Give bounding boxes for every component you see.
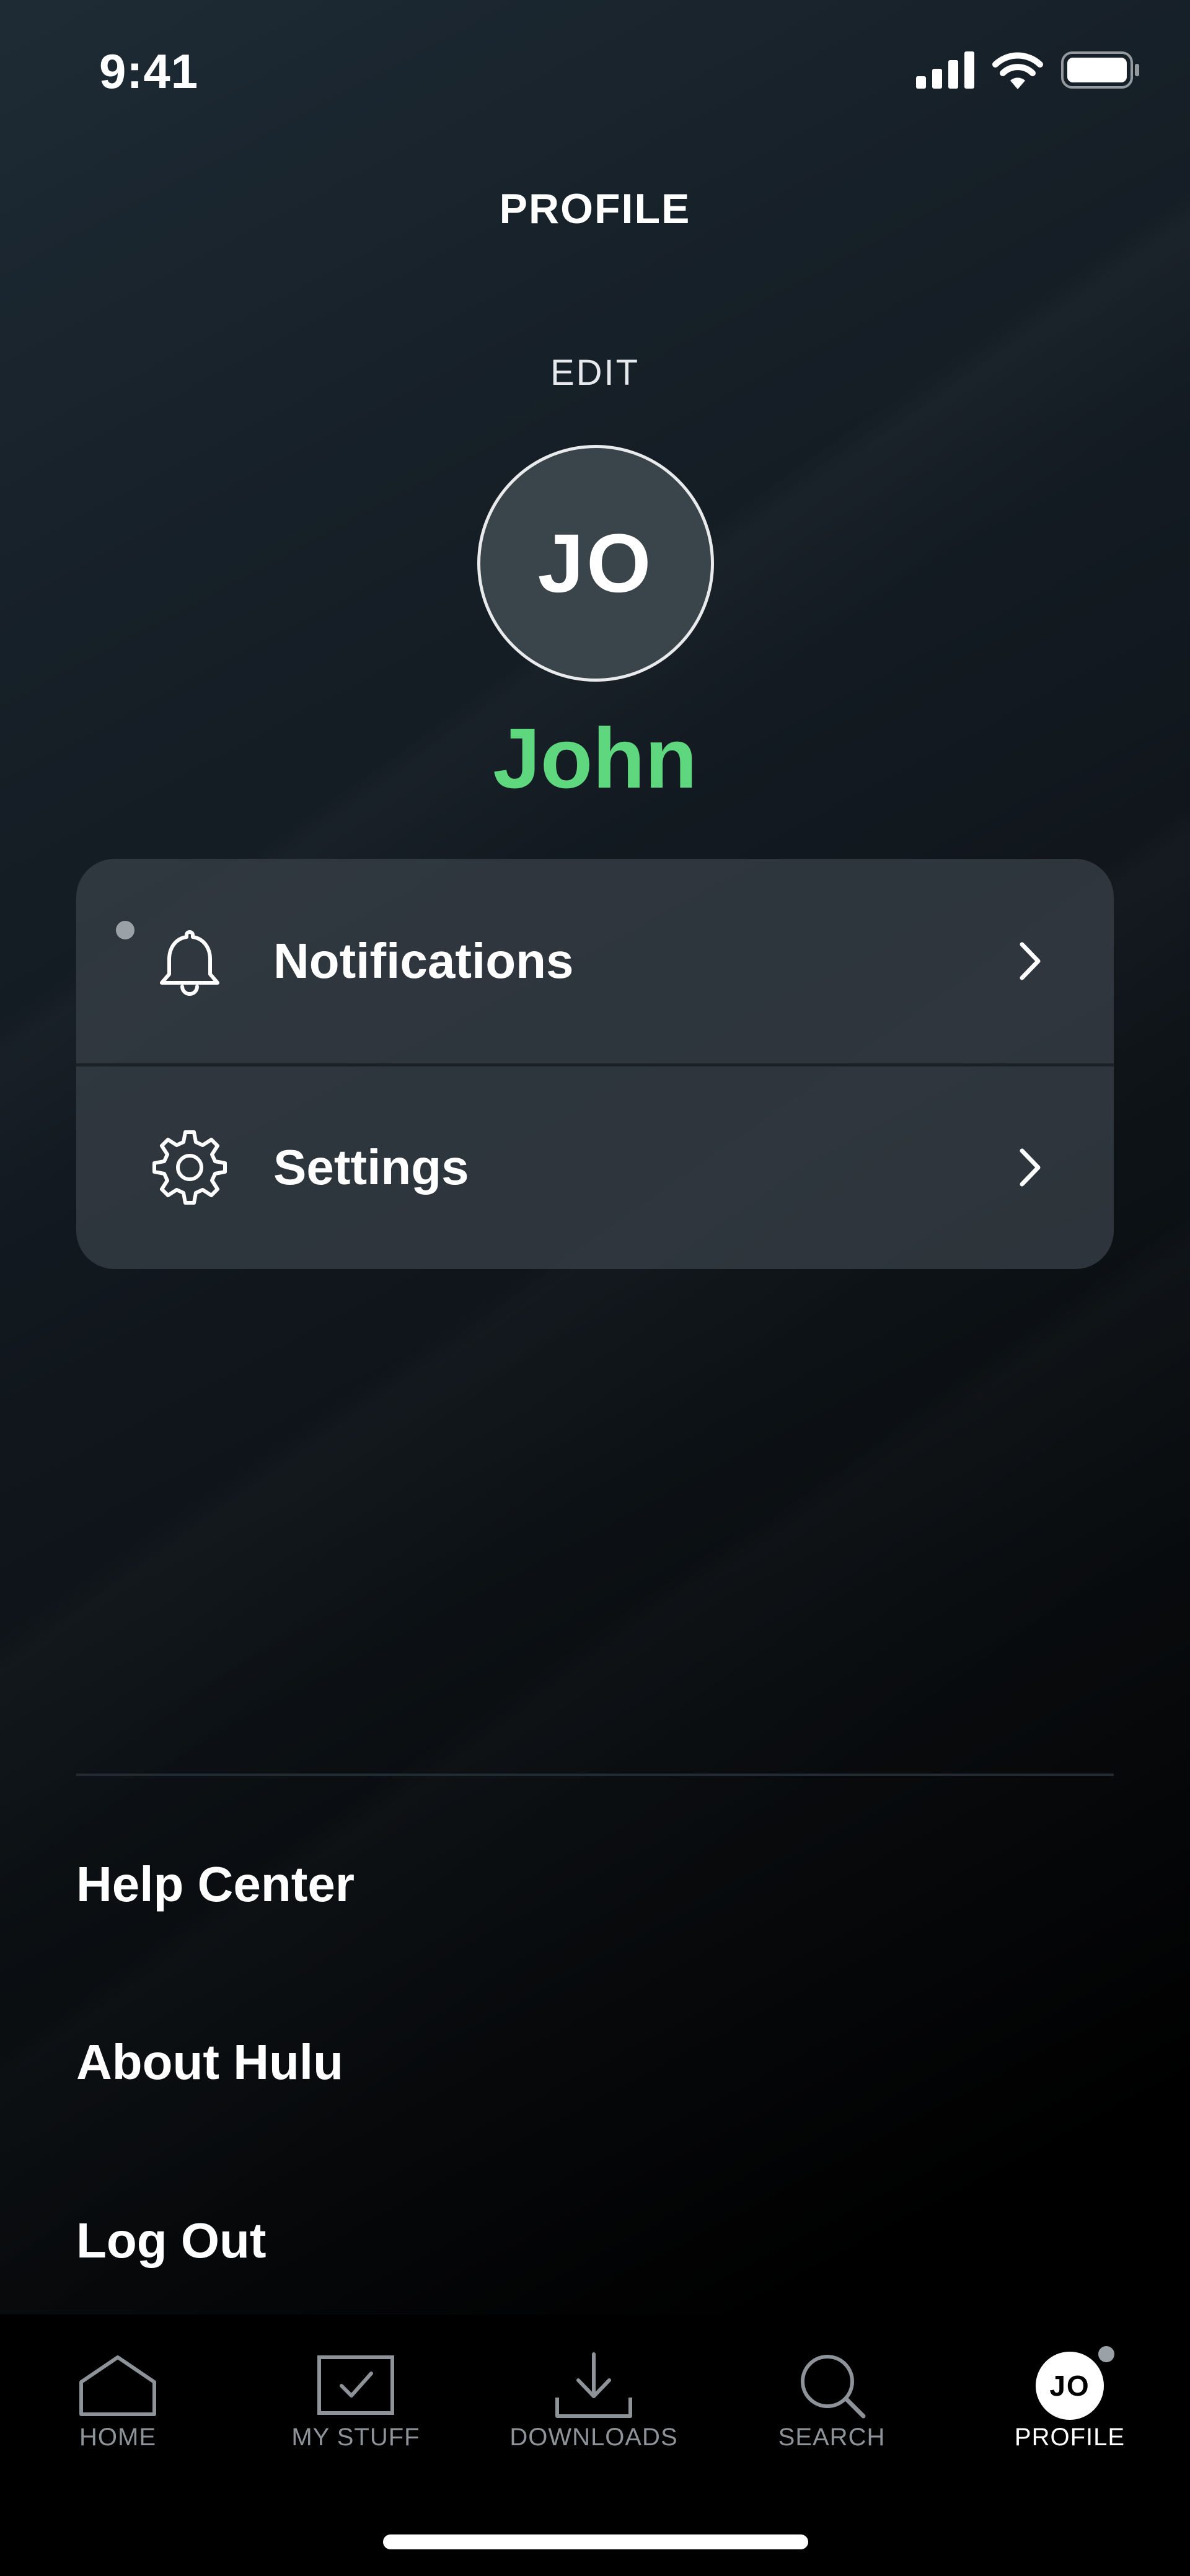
tab-downloads[interactable]: DOWNLOADS xyxy=(501,2352,687,2476)
avatar[interactable]: JO xyxy=(477,445,714,682)
bell-icon xyxy=(160,930,219,996)
notification-indicator-dot xyxy=(116,921,134,939)
profile-name: John xyxy=(493,711,697,806)
help-center-link[interactable]: Help Center xyxy=(76,1856,355,1913)
search-icon xyxy=(801,2355,866,2419)
home-icon xyxy=(79,2355,156,2416)
battery-icon xyxy=(1061,51,1139,89)
profile-menu-card: Notifications Settings xyxy=(76,859,1114,1269)
tab-profile[interactable]: JO PROFILE xyxy=(977,2343,1163,2476)
tab-label: PROFILE xyxy=(1014,2424,1126,2451)
tab-home[interactable]: HOME xyxy=(25,2352,211,2476)
my-stuff-icon xyxy=(317,2355,394,2415)
status-bar: 9:41 xyxy=(0,0,1190,143)
menu-item-label: Notifications xyxy=(273,933,574,988)
menu-item-label: Settings xyxy=(273,1139,469,1195)
edit-button[interactable]: EDIT xyxy=(0,352,1190,393)
gear-icon xyxy=(152,1130,227,1205)
signal-icon xyxy=(916,51,974,89)
tab-label: MY STUFF xyxy=(291,2424,420,2451)
log-out-link[interactable]: Log Out xyxy=(76,2212,267,2269)
section-divider xyxy=(76,1774,1114,1776)
tab-my-stuff[interactable]: MY STUFF xyxy=(263,2352,449,2476)
avatar-initials: JO xyxy=(537,517,654,610)
tab-search[interactable]: SEARCH xyxy=(739,2352,925,2476)
menu-item-notifications[interactable]: Notifications xyxy=(76,859,1114,1063)
profile-indicator-dot xyxy=(1095,2343,1117,2365)
page-title: PROFILE xyxy=(499,185,691,232)
chevron-right-icon xyxy=(1020,1148,1041,1186)
about-hulu-link[interactable]: About Hulu xyxy=(76,2034,343,2091)
status-icons xyxy=(916,51,1140,89)
tab-label: SEARCH xyxy=(778,2424,886,2451)
wifi-icon xyxy=(992,52,1043,89)
status-time: 9:41 xyxy=(99,44,199,99)
menu-item-settings[interactable]: Settings xyxy=(76,1063,1114,1268)
home-indicator xyxy=(383,2534,808,2549)
tab-label: DOWNLOADS xyxy=(509,2424,678,2451)
chevron-right-icon xyxy=(1020,942,1041,980)
profile-avatar: JO xyxy=(1036,2343,1117,2420)
profile-screen: 9:41 PROFILE EDIT JO John Notifications … xyxy=(0,0,1190,2576)
download-icon xyxy=(555,2352,632,2418)
tab-label: HOME xyxy=(79,2424,156,2451)
tab-avatar-initials: JO xyxy=(1049,2370,1090,2402)
